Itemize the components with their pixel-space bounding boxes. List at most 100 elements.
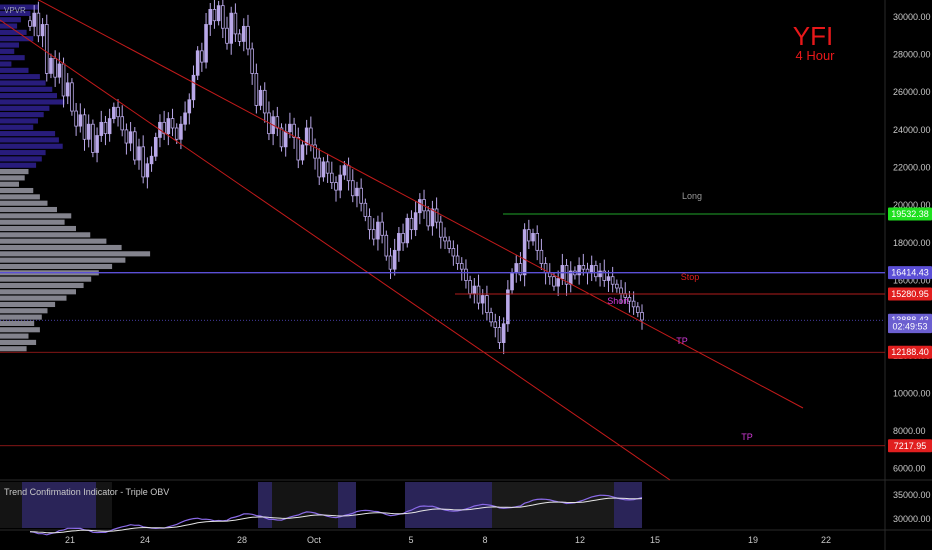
volume-profile-bar (0, 225, 76, 232)
volume-profile-bar (0, 169, 29, 175)
candle-body (552, 276, 556, 287)
candle-body (44, 24, 49, 74)
candle-body (413, 212, 418, 231)
candle-body (53, 57, 57, 78)
annotation-long: Long (682, 191, 702, 201)
candle-body (57, 63, 62, 78)
candle-body (74, 110, 78, 127)
candle-body (61, 63, 66, 97)
candle-body (204, 24, 208, 63)
annotation-tp: TP (741, 432, 753, 442)
price-label-text: 02:49:53 (892, 322, 927, 332)
candle-body (170, 118, 175, 129)
candle-body (49, 57, 53, 74)
candle-body (472, 285, 477, 295)
candle-body (581, 265, 586, 270)
candle-body (514, 263, 519, 274)
candle-body (325, 161, 330, 174)
candle-body (350, 180, 355, 197)
volume-profile-bar (0, 162, 37, 168)
candle-body (480, 295, 485, 304)
candle-body (166, 118, 171, 135)
volume-profile-bar (0, 187, 34, 194)
volume-profile-bar (0, 143, 63, 149)
y-tick-label: 28000.00 (893, 50, 931, 60)
candle-body (606, 276, 611, 281)
volume-profile-bar (0, 150, 46, 156)
x-tick-label: 22 (821, 535, 831, 545)
candle-body (594, 265, 598, 278)
candle-body (300, 144, 305, 161)
candle-body (363, 202, 368, 217)
indicator-zone (338, 482, 356, 528)
y-tick-label: 26000.00 (893, 87, 931, 97)
x-tick-label: 19 (748, 535, 758, 545)
volume-profile-bar (0, 232, 91, 238)
candle-body (539, 249, 544, 264)
volume-profile-bar (0, 137, 59, 143)
candle-body (237, 33, 242, 42)
candle-body (367, 216, 372, 231)
candle-body (149, 155, 154, 165)
candle-body (32, 12, 36, 27)
volume-profile-bar (0, 118, 38, 124)
candle-body (610, 276, 615, 285)
candle-body (464, 268, 468, 281)
candle-body (619, 287, 623, 295)
indicator-zone (492, 482, 614, 528)
candle-body (636, 306, 640, 313)
x-tick-label: 15 (650, 535, 660, 545)
candle-body (556, 278, 560, 287)
candle-body (95, 135, 99, 153)
candle-body (132, 131, 137, 161)
volume-profile-bar (0, 320, 35, 326)
candle-body (279, 127, 284, 148)
candle-body (229, 12, 234, 44)
volume-profile-bar (0, 29, 27, 35)
candle-body (397, 233, 401, 251)
candle-body (401, 233, 405, 244)
chart-svg: 30000.00 28000.00 26000.00 24000.00 22000.00… (0, 0, 932, 550)
price-label-text: 7217.95 (894, 441, 927, 451)
candle-body (468, 280, 472, 295)
volume-profile-bar (0, 74, 40, 80)
candle-body (506, 289, 510, 325)
price-label-text: 15280.95 (891, 289, 929, 299)
candle-body (493, 321, 498, 328)
y-tick-label: 30000.00 (893, 12, 931, 22)
candle-body (216, 5, 221, 22)
volume-profile-bar (0, 314, 42, 320)
candle-body (145, 163, 150, 178)
candle-body (40, 24, 45, 37)
candle-body (112, 106, 116, 119)
volume-profile-bar (0, 105, 50, 111)
indicator-y-tick: 30000.00 (893, 514, 931, 524)
candle-body (359, 187, 363, 204)
candle-body (141, 146, 145, 178)
candle-body (246, 25, 250, 50)
indicator-zone (614, 482, 630, 528)
candle-body (615, 283, 619, 289)
price-label-text: 12188.40 (891, 347, 929, 357)
indicator-zone (258, 482, 272, 528)
candle-body (225, 27, 229, 44)
candle-body (497, 327, 502, 343)
candle-body (124, 129, 129, 144)
x-tick-label: Oct (307, 535, 322, 545)
volume-profile-bar (0, 308, 48, 314)
candle-body (577, 265, 581, 276)
candle-body (321, 161, 326, 178)
x-tick-label: 12 (575, 535, 585, 545)
candle-body (640, 312, 644, 321)
volume-profile-bar (0, 346, 27, 352)
candle-body (342, 165, 347, 176)
candle-body (36, 12, 41, 37)
x-tick-label: 21 (65, 535, 75, 545)
volume-profile-bar (0, 333, 29, 339)
volume-profile-bar (0, 206, 57, 213)
candle-body (28, 20, 32, 27)
volume-profile-bar (0, 86, 53, 92)
volume-profile-bar (0, 61, 12, 67)
candle-body (283, 131, 288, 148)
candle-body (288, 123, 292, 133)
